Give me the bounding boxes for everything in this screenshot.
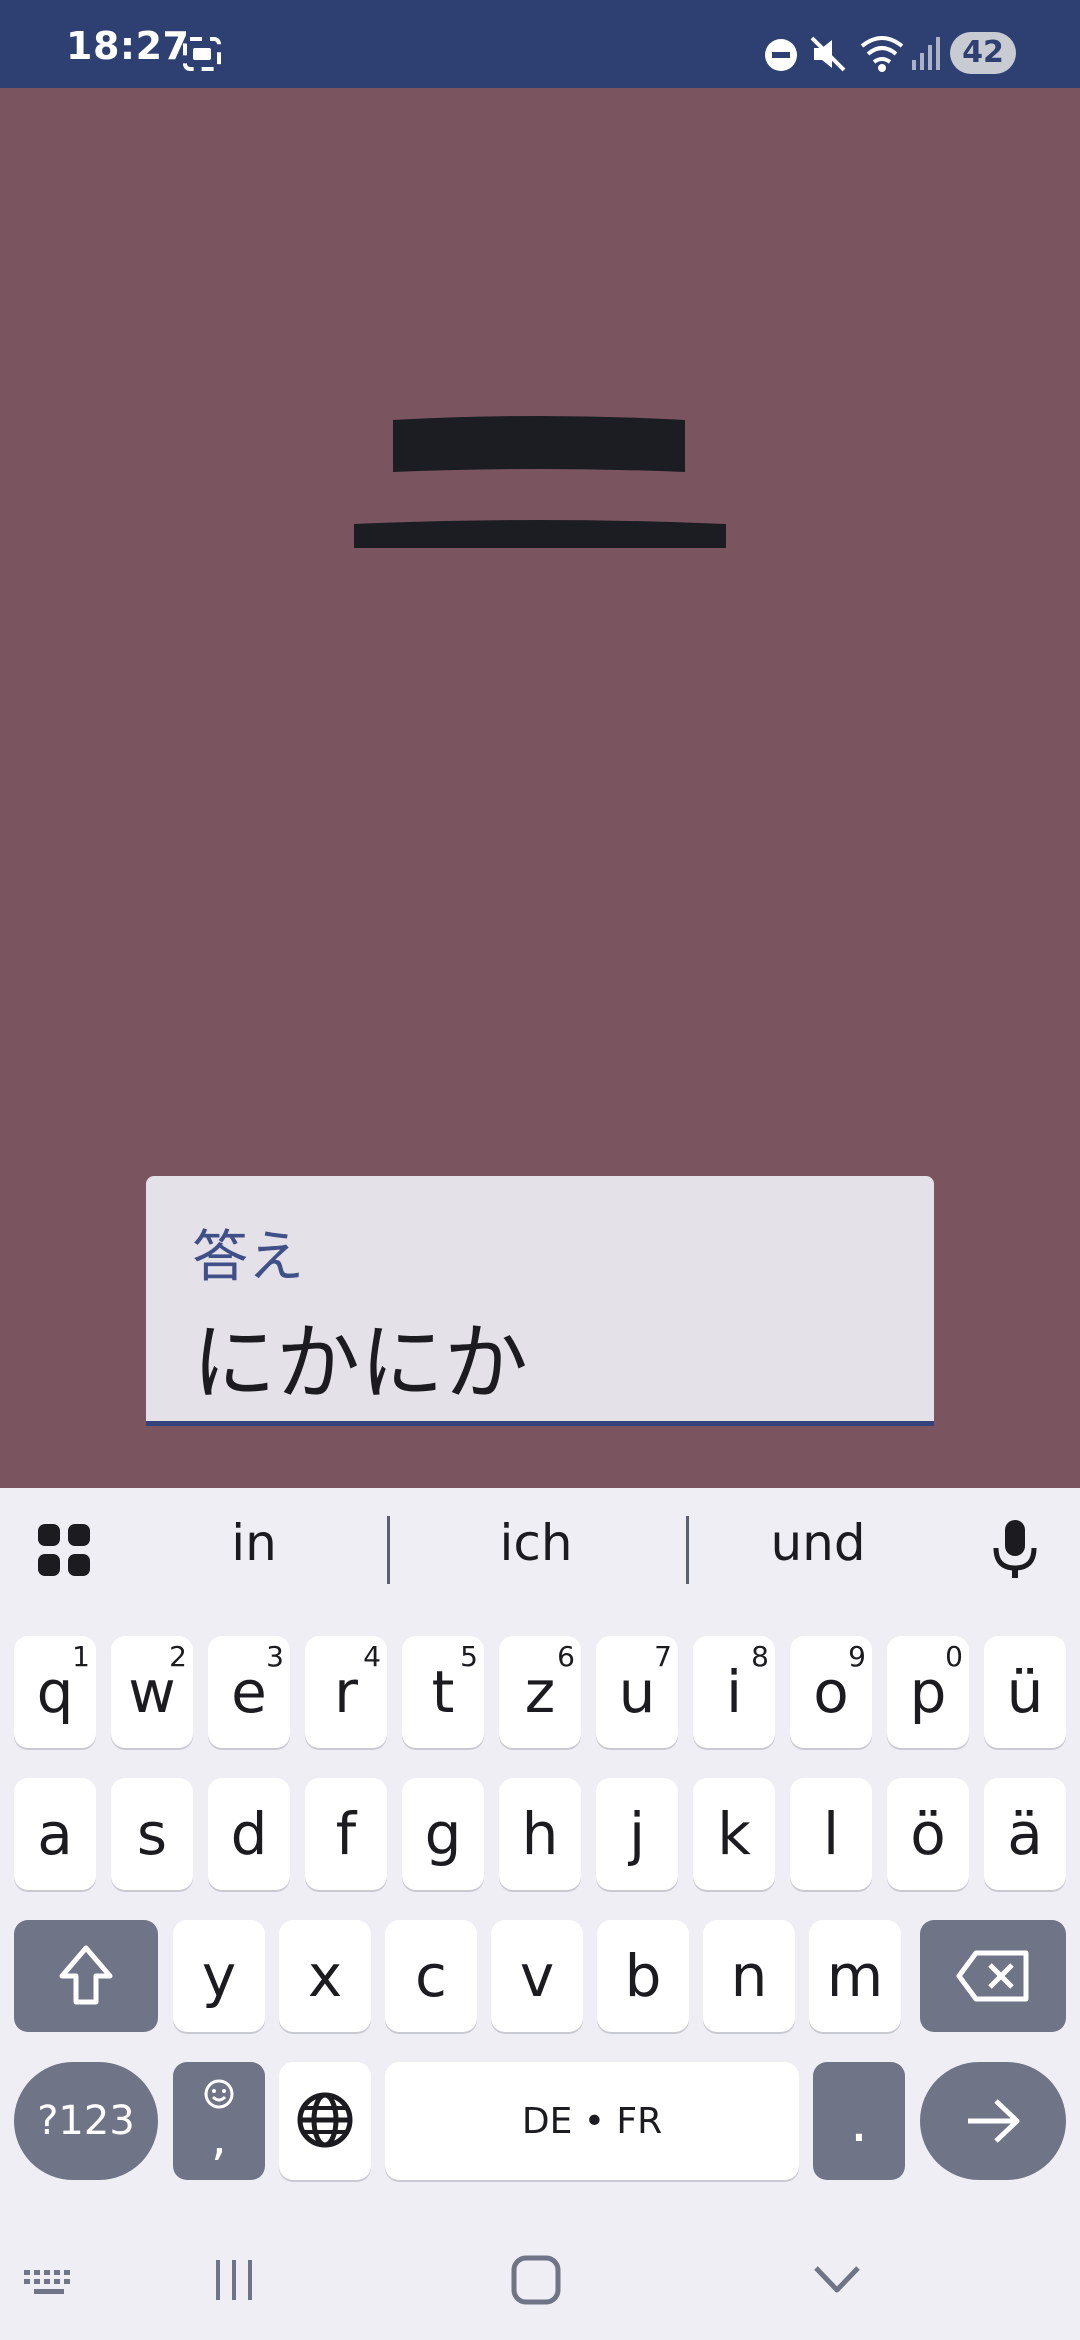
- key-g[interactable]: g: [402, 1778, 484, 1890]
- status-time: 18:27: [66, 24, 190, 68]
- symbols-key[interactable]: ?123: [14, 2062, 158, 2180]
- key-k[interactable]: k: [693, 1778, 775, 1890]
- key-n[interactable]: n: [703, 1920, 795, 2032]
- wifi-icon: [860, 36, 904, 72]
- key-y[interactable]: y: [173, 1920, 265, 2032]
- recent-apps-icon[interactable]: [212, 2258, 256, 2302]
- backspace-key[interactable]: [920, 1920, 1066, 2032]
- backspace-icon: [956, 1950, 1029, 2002]
- back-chevron-icon[interactable]: [812, 2264, 862, 2294]
- shift-arrow-icon: [59, 1945, 113, 2005]
- suggestion-3[interactable]: und: [718, 1514, 918, 1572]
- home-icon[interactable]: [510, 2254, 562, 2306]
- suggestion-divider: [686, 1516, 689, 1584]
- key-d[interactable]: d: [208, 1778, 290, 1890]
- arrow-right-icon: [968, 2099, 1020, 2143]
- key-v[interactable]: v: [491, 1920, 583, 2032]
- key-o-umlaut[interactable]: ö: [887, 1778, 969, 1890]
- mute-icon: [810, 36, 846, 72]
- dnd-icon: [765, 39, 797, 71]
- key-e[interactable]: e3: [208, 1636, 290, 1748]
- language-key[interactable]: [279, 2062, 371, 2180]
- answer-field[interactable]: 答え にかにか: [146, 1176, 934, 1426]
- key-i[interactable]: i8: [693, 1636, 775, 1748]
- kanji-character: [354, 416, 726, 548]
- key-j[interactable]: j: [596, 1778, 678, 1890]
- enter-key[interactable]: [920, 2062, 1066, 2180]
- key-b[interactable]: b: [597, 1920, 689, 2032]
- screenshot-icon: [183, 37, 221, 71]
- key-x[interactable]: x: [279, 1920, 371, 2032]
- emoji-icon: [204, 2079, 234, 2109]
- period-key[interactable]: .: [813, 2062, 905, 2180]
- status-bar: 18:27 42: [0, 0, 1080, 88]
- suggestion-divider: [387, 1516, 390, 1584]
- key-t[interactable]: t5: [402, 1636, 484, 1748]
- suggestion-2[interactable]: ich: [436, 1514, 636, 1572]
- apps-grid-icon[interactable]: [36, 1522, 92, 1578]
- key-s[interactable]: s: [111, 1778, 193, 1890]
- globe-icon: [297, 2092, 353, 2148]
- key-l[interactable]: l: [790, 1778, 872, 1890]
- key-f[interactable]: f: [305, 1778, 387, 1890]
- key-p[interactable]: p0: [887, 1636, 969, 1748]
- key-w[interactable]: w2: [111, 1636, 193, 1748]
- shift-key[interactable]: [14, 1920, 158, 2032]
- key-a[interactable]: a: [14, 1778, 96, 1890]
- battery-indicator: 42: [950, 32, 1016, 74]
- key-h[interactable]: h: [499, 1778, 581, 1890]
- emoji-comma-key[interactable]: ,: [173, 2062, 265, 2180]
- key-m[interactable]: m: [809, 1920, 901, 2032]
- key-z[interactable]: z6: [499, 1636, 581, 1748]
- key-c[interactable]: c: [385, 1920, 477, 2032]
- key-q[interactable]: q1: [14, 1636, 96, 1748]
- comma-label: ,: [211, 2108, 227, 2166]
- signal-icon: [912, 37, 940, 70]
- answer-input[interactable]: にかにか: [192, 1296, 528, 1417]
- keyboard: in ich und q1 w2 e3 r4 t5 z6 u7 i8 o9 p0…: [0, 1488, 1080, 2340]
- answer-label: 答え: [192, 1225, 304, 1290]
- space-key[interactable]: DE • FR: [385, 2062, 799, 2180]
- flashcard-area: 答え にかにか: [0, 88, 1080, 1488]
- suggestion-bar: in ich und: [0, 1488, 1080, 1612]
- keyboard-hide-icon[interactable]: [22, 2268, 76, 2298]
- key-o[interactable]: o9: [790, 1636, 872, 1748]
- key-u[interactable]: u7: [596, 1636, 678, 1748]
- microphone-icon[interactable]: [992, 1518, 1038, 1580]
- suggestion-1[interactable]: in: [154, 1514, 354, 1572]
- navigation-bar: [0, 2220, 1080, 2340]
- key-r[interactable]: r4: [305, 1636, 387, 1748]
- key-a-umlaut[interactable]: ä: [984, 1778, 1066, 1890]
- key-u-umlaut[interactable]: ü: [984, 1636, 1066, 1748]
